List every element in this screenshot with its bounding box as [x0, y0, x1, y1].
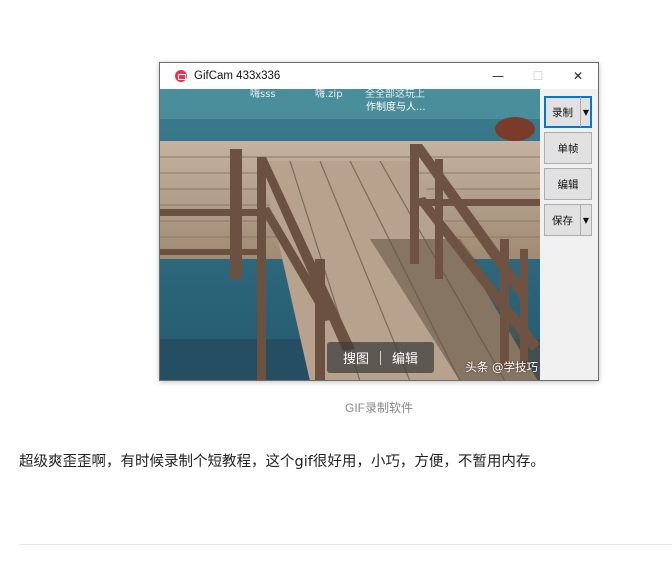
overlay-text: 作制度与人... — [366, 102, 426, 113]
gifcam-window: GifCam 433x336 — ☐ ✕ 嗨sss 嗨.zip 全全部这玩上 作… — [159, 62, 599, 381]
record-button[interactable]: 录制 ▼ — [544, 96, 592, 128]
single-frame-label: 单帧 — [557, 142, 579, 155]
close-button[interactable]: ✕ — [558, 63, 598, 89]
window-controls: — ☐ ✕ — [478, 63, 598, 89]
save-label: 保存 — [552, 214, 573, 227]
capture-area[interactable]: 嗨sss 嗨.zip 全全部这玩上 作制度与人... 搜图 编辑 头条 @学技巧 — [160, 89, 540, 380]
toolbar-divider — [380, 350, 381, 365]
control-panel: 录制 ▼ 单帧 编辑 保存 ▼ — [540, 89, 598, 380]
save-dropdown-icon[interactable]: ▼ — [580, 205, 591, 235]
article-paragraph: 超级爽歪歪啊，有时候录制个短教程，这个gif很好用，小巧，方便，不暂用内存。 — [19, 454, 545, 470]
save-button[interactable]: 保存 ▼ — [544, 204, 592, 236]
watermark: 头条 @学技巧 — [465, 360, 538, 374]
overlay-text-strip: 嗨sss 嗨.zip 全全部这玩上 作制度与人... — [160, 89, 540, 117]
section-divider — [19, 544, 672, 545]
gifcam-app-icon — [175, 70, 187, 82]
record-dropdown-icon[interactable]: ▼ — [580, 97, 591, 127]
image-caption: GIF录制软件 — [345, 401, 413, 415]
image-hover-toolbar: 搜图 编辑 — [327, 342, 434, 373]
single-frame-button[interactable]: 单帧 — [544, 132, 592, 164]
record-button-label: 录制 — [552, 106, 573, 119]
window-title: GifCam 433x336 — [194, 70, 281, 82]
search-image-button[interactable]: 搜图 — [343, 348, 369, 367]
overlay-text: 嗨sss — [250, 89, 276, 100]
top-text-fragment — [40, 0, 180, 3]
edit-label: 编辑 — [557, 178, 579, 191]
overlay-text: 嗨.zip — [315, 89, 343, 100]
minimize-button[interactable]: — — [478, 63, 518, 89]
edit-button[interactable]: 编辑 — [544, 168, 592, 200]
title-bar: GifCam 433x336 — ☐ ✕ — [160, 63, 598, 89]
edit-image-button[interactable]: 编辑 — [392, 348, 418, 367]
pier-photo — [160, 89, 540, 380]
maximize-button[interactable]: ☐ — [518, 63, 558, 89]
